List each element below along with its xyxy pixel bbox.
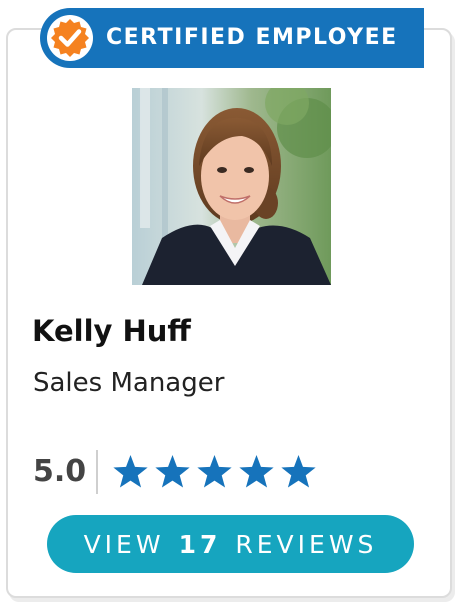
certified-banner: CERTIFIED EMPLOYEE (40, 8, 424, 68)
employee-name: Kelly Huff (32, 314, 191, 348)
checkmark-seal-icon (47, 15, 93, 61)
star-icon (112, 454, 149, 490)
reviews-button-prefix: VIEW (83, 529, 165, 559)
view-reviews-button[interactable]: VIEW 17 REVIEWS (47, 515, 414, 573)
employee-title: Sales Manager (33, 368, 225, 398)
star-icon (238, 454, 275, 490)
star-icon (280, 454, 317, 490)
employee-photo (132, 88, 331, 285)
rating-value: 5.0 (33, 454, 87, 489)
rating-divider (96, 450, 99, 494)
star-icon (196, 454, 233, 490)
rating-row: 5.0 (33, 450, 317, 494)
banner-label: CERTIFIED EMPLOYEE (106, 25, 398, 50)
star-icon (154, 454, 191, 490)
star-rating (112, 454, 317, 490)
reviews-button-suffix: REVIEWS (235, 529, 378, 559)
reviews-count: 17 (178, 529, 222, 559)
